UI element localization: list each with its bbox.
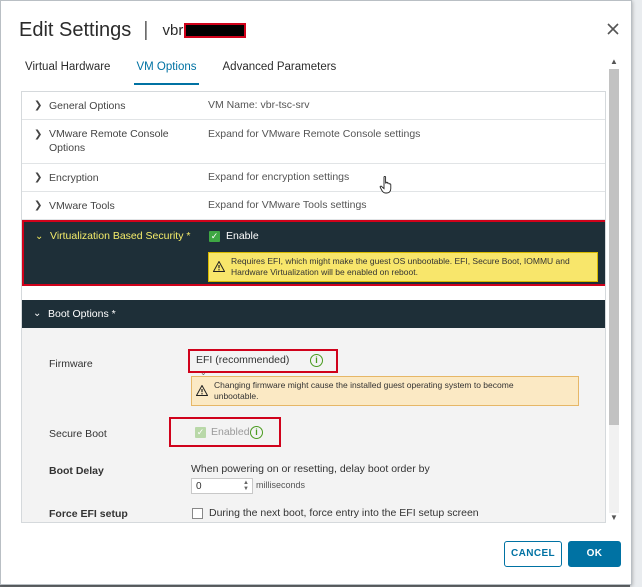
section-value: Expand for VMware Tools settings [208, 199, 367, 211]
edit-settings-dialog: Edit Settings | vbr Virtual Hardware VM … [0, 0, 632, 585]
hand-cursor-icon [379, 176, 392, 194]
firmware-label: Firmware [49, 358, 93, 370]
section-boot-options[interactable]: ⌄ Boot Options * [22, 300, 605, 328]
section-vmware-tools[interactable]: ❯ VMware Tools Expand for VMware Tools s… [22, 192, 605, 220]
settings-panel: ❯ General Options VM Name: vbr-tsc-srv ❯… [21, 91, 606, 523]
secure-boot-checkbox[interactable]: ✓ [195, 427, 206, 438]
firmware-value: EFI (recommended) [196, 354, 290, 366]
scroll-thumb[interactable] [609, 69, 619, 425]
scroll-down-icon[interactable]: ▼ [609, 513, 619, 523]
boot-delay-description: When powering on or resetting, delay boo… [191, 463, 430, 475]
vm-name: vbr [163, 22, 247, 39]
section-value: Expand for encryption settings [208, 171, 350, 183]
section-label: VMware Tools [49, 200, 115, 212]
vbs-enable-checkbox[interactable]: ✓ [209, 231, 220, 242]
boot-delay-input[interactable]: 0 ▲ ▼ [191, 478, 253, 494]
vbs-warning-line1: Requires EFI, which might make the guest… [231, 256, 570, 266]
boot-delay-value: 0 [196, 481, 202, 492]
ok-button[interactable]: OK [568, 541, 621, 567]
boot-options-label: Boot Options * [48, 308, 116, 320]
cancel-button[interactable]: CANCEL [504, 541, 562, 567]
boot-delay-unit: milliseconds [256, 480, 306, 490]
dialog-title: Edit Settings [19, 18, 132, 41]
secure-boot-highlight: ✓ Enabled i [169, 417, 281, 447]
firmware-highlight: EFI (recommended) ⌄ i [188, 349, 338, 380]
section-vmware-remote-console[interactable]: ❯ VMware Remote Console Options Expand f… [22, 120, 605, 164]
tab-advanced-parameters[interactable]: Advanced Parameters [221, 61, 339, 85]
info-icon[interactable]: i [250, 426, 263, 439]
chevron-down-icon: ⌄ [33, 308, 42, 319]
chevron-right-icon: ❯ [34, 129, 43, 140]
warning-icon [213, 261, 225, 272]
section-general-options[interactable]: ❯ General Options VM Name: vbr-tsc-srv [22, 92, 605, 120]
chevron-right-icon: ❯ [34, 200, 43, 211]
warning-icon [196, 385, 208, 396]
section-label: VMware Remote Console Options [49, 127, 169, 155]
force-efi-checkbox[interactable] [192, 508, 203, 519]
chevron-down-icon[interactable]: ⌄ [35, 231, 43, 242]
force-efi-description: During the next boot, force entry into t… [209, 507, 479, 519]
spinner-icon[interactable]: ▲ ▼ [241, 480, 251, 492]
secure-boot-label: Secure Boot [49, 428, 107, 440]
dialog-header: Edit Settings | vbr [19, 15, 247, 45]
section-encryption[interactable]: ❯ Encryption Expand for encryption setti… [22, 164, 605, 192]
firmware-warning-line1: Changing firmware might cause the instal… [214, 380, 514, 390]
chevron-right-icon: ❯ [34, 100, 43, 111]
section-value: Expand for VMware Remote Console setting… [208, 128, 421, 140]
close-icon[interactable] [605, 21, 621, 37]
section-label-line1: VMware Remote Console [49, 128, 169, 140]
boot-delay-label: Boot Delay [49, 465, 104, 477]
force-efi-label: Force EFI setup [49, 508, 128, 520]
vm-name-prefix: vbr [162, 21, 184, 39]
tab-vm-options[interactable]: VM Options [134, 61, 199, 85]
section-label-line2: Options [49, 142, 86, 154]
vbs-enable-label: Enable [226, 230, 259, 242]
info-icon[interactable]: i [310, 354, 323, 367]
section-virtualization-based-security: ⌄ Virtualization Based Security * ✓ Enab… [22, 220, 605, 286]
vbs-warning-banner: Requires EFI, which might make the guest… [208, 252, 598, 282]
section-label: Encryption [49, 172, 99, 184]
chevron-right-icon: ❯ [34, 172, 43, 183]
dialog-footer: CANCEL OK [1, 523, 633, 586]
redacted-block [184, 22, 247, 38]
tab-bar: Virtual Hardware VM Options Advanced Par… [23, 61, 360, 85]
secure-boot-value: Enabled [211, 426, 250, 438]
section-label: General Options [49, 100, 126, 112]
scroll-up-icon[interactable]: ▲ [609, 57, 619, 67]
tab-virtual-hardware[interactable]: Virtual Hardware [23, 61, 112, 85]
vertical-scrollbar[interactable]: ▲ ▼ [607, 57, 621, 523]
title-separator: | [143, 18, 149, 41]
firmware-warning-line2: unbootable. [214, 391, 259, 401]
vbs-warning-line2: Hardware Virtualization will be enabled … [231, 267, 418, 277]
firmware-warning-banner: Changing firmware might cause the instal… [191, 376, 579, 406]
section-value: VM Name: vbr-tsc-srv [208, 99, 310, 111]
vbs-label[interactable]: Virtualization Based Security * [50, 230, 190, 242]
boot-options-body: Firmware EFI (recommended) ⌄ i Changing … [22, 328, 605, 522]
